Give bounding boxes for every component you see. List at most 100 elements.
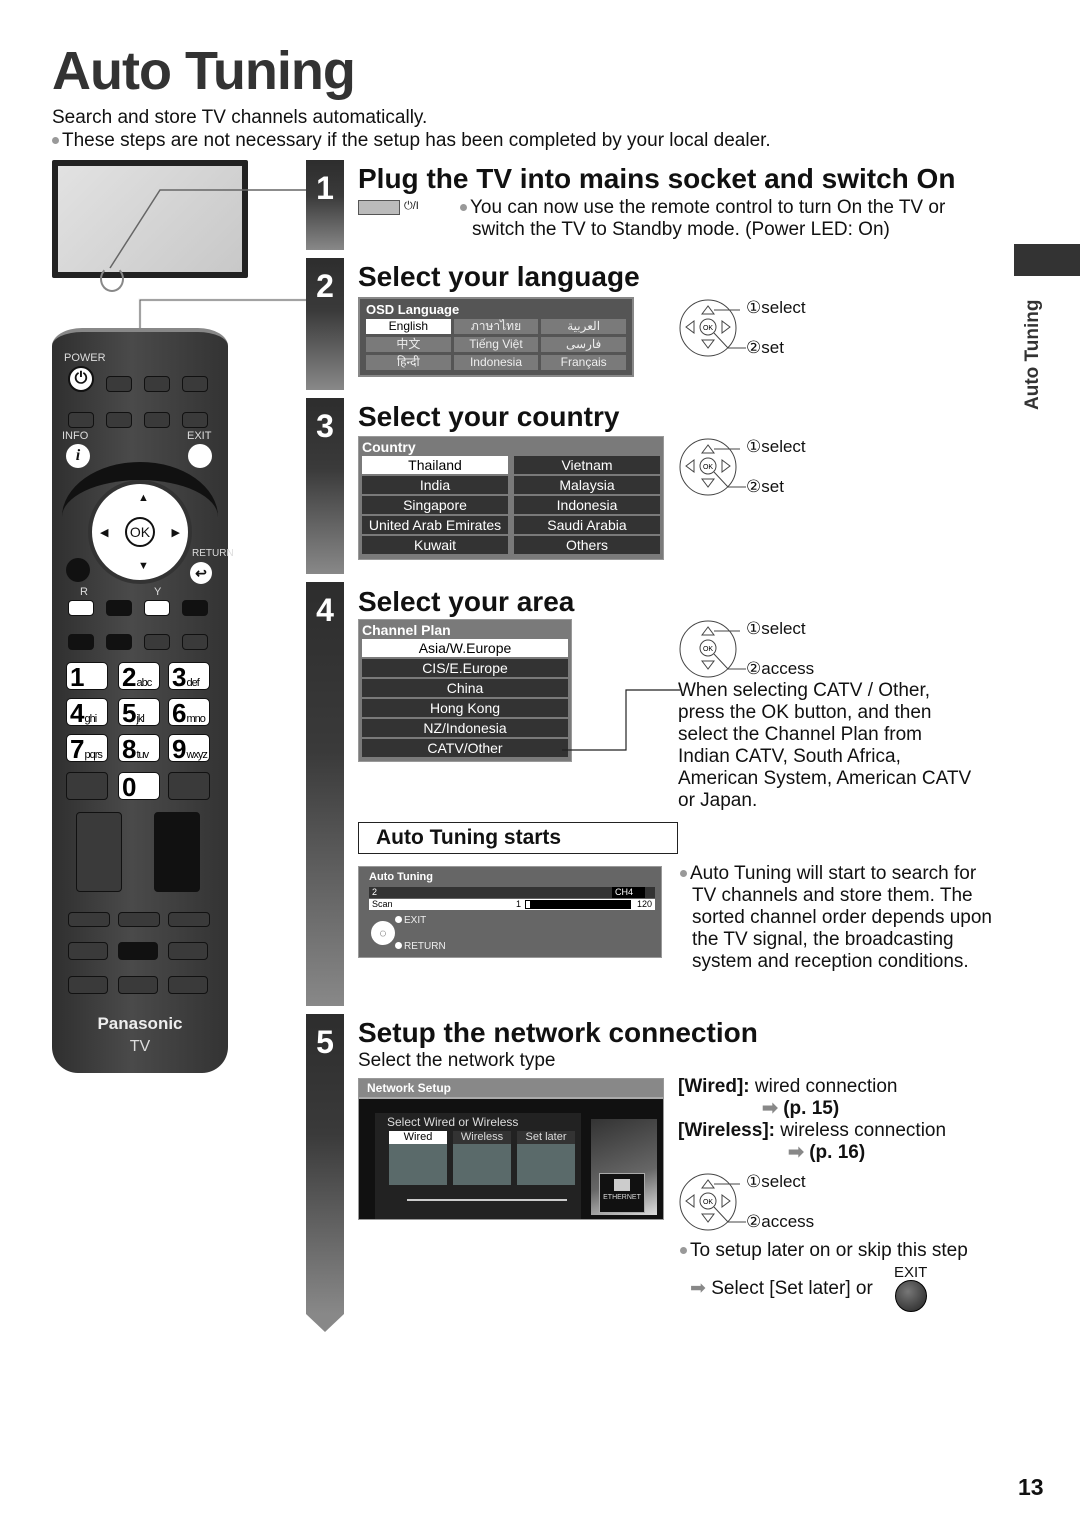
menu-option[interactable]: CIS/E.Europe (362, 659, 568, 677)
remote-button[interactable] (144, 376, 170, 392)
menu-option[interactable]: Vietnam (514, 456, 660, 474)
remote-button[interactable] (66, 772, 108, 800)
number-key[interactable]: 3def (168, 662, 210, 691)
number-key[interactable]: 9wxyz (168, 734, 210, 763)
auto-tuning-starts-heading: Auto Tuning starts (358, 822, 678, 854)
menu-option[interactable]: Saudi Arabia (514, 516, 660, 534)
remote-button[interactable] (182, 412, 208, 428)
network-option[interactable]: Wireless (453, 1131, 511, 1185)
number-key[interactable]: 6mno (168, 698, 210, 728)
number-key[interactable]: 0 (118, 772, 160, 802)
blue-button[interactable] (182, 600, 208, 616)
dpad[interactable]: ▲ ▼ ◀ ▶ OK (88, 480, 192, 584)
red-button[interactable] (68, 600, 94, 616)
left-arrow-icon[interactable]: ◀ (100, 526, 108, 539)
remote-button[interactable] (168, 942, 208, 960)
menu-option[interactable]: Tiếng Việt (453, 337, 539, 352)
step-number: 2 (316, 268, 334, 304)
remote-button[interactable] (118, 976, 158, 994)
network-prompt: Select Wired or Wireless (387, 1115, 519, 1129)
remote-button[interactable] (168, 976, 208, 994)
remote-button[interactable] (68, 942, 108, 960)
bullet-icon (680, 870, 687, 878)
menu-option[interactable]: United Arab Emirates (362, 516, 508, 534)
remote-button[interactable] (68, 976, 108, 994)
channel-rocker[interactable] (154, 812, 200, 892)
wired-ref-text: (p. 15) (783, 1098, 840, 1119)
menu-option[interactable]: 中文 (366, 337, 451, 352)
remote-button[interactable] (68, 634, 94, 650)
remote-round-button[interactable] (66, 558, 90, 582)
key-digit: 0 (122, 772, 137, 802)
menu-option[interactable]: हिन्दी (366, 355, 451, 370)
svg-text:OK: OK (703, 1199, 713, 1206)
remote-button[interactable] (68, 412, 94, 428)
remote-button[interactable] (118, 912, 160, 927)
return-button[interactable]: ↩ (190, 562, 212, 584)
key-digit: 2 (122, 662, 137, 692)
dpad-diagram-icon: OK (679, 1173, 746, 1231)
menu-option[interactable]: Singapore (362, 496, 508, 514)
remote-button[interactable] (144, 634, 170, 650)
menu-option[interactable]: العربية (541, 319, 626, 334)
power-button[interactable]: ⏻ (68, 366, 94, 392)
remote-button[interactable] (168, 912, 210, 927)
menu-option[interactable]: Asia/W.Europe (362, 639, 568, 657)
number-key[interactable]: 1 (66, 662, 108, 691)
menu-option[interactable]: Others (514, 536, 660, 554)
menu-option[interactable]: Français (541, 355, 626, 370)
network-option[interactable]: Wired (389, 1131, 447, 1185)
wireless-ref[interactable]: ➡ (p. 16) (788, 1142, 865, 1164)
number-key[interactable]: 7pqrs (66, 734, 108, 763)
menu-option[interactable]: فارسی (541, 337, 626, 352)
green-button[interactable] (106, 600, 132, 616)
remote-button[interactable] (182, 634, 208, 650)
yellow-button[interactable] (144, 600, 170, 616)
tuning-note: Auto Tuning will start to search for TV … (680, 863, 1000, 973)
menu-option[interactable]: Hong Kong (362, 699, 568, 717)
menu-option[interactable]: Malaysia (514, 476, 660, 494)
number-key[interactable]: 2abc (118, 662, 160, 692)
remote-button[interactable] (144, 412, 170, 428)
power-symbol: ⏻/I (404, 200, 419, 212)
wired-ref[interactable]: ➡ (p. 15) (762, 1098, 839, 1120)
nav-instruction: OK ①select ②set (678, 298, 878, 358)
up-arrow-icon[interactable]: ▲ (138, 492, 149, 504)
number-key[interactable]: 5jkl (118, 698, 160, 728)
ethernet-label: ETHERNET (603, 1194, 641, 1201)
scan-max: 120 (636, 899, 652, 909)
down-arrow-icon[interactable]: ▼ (138, 560, 149, 572)
wireless-option-desc: [Wireless]: wireless connection (678, 1120, 946, 1142)
menu-option[interactable]: Indonesia (514, 496, 660, 514)
volume-rocker[interactable] (76, 812, 122, 892)
exit-button[interactable] (188, 444, 212, 468)
key-digit: 6 (172, 698, 187, 728)
info-button[interactable]: i (66, 444, 90, 468)
menu-option[interactable]: Indonesia (453, 355, 539, 370)
menu-option[interactable]: India (362, 476, 508, 494)
remote-button[interactable] (182, 376, 208, 392)
menu-option[interactable]: ภาษาไทย (453, 319, 539, 334)
menu-option[interactable]: China (362, 679, 568, 697)
remote-button[interactable] (106, 634, 132, 650)
right-arrow-icon[interactable]: ▶ (172, 526, 180, 539)
remote-button[interactable] (106, 376, 132, 392)
menu-option[interactable]: CATV/Other (362, 739, 568, 757)
scan-progress-fill (526, 901, 530, 908)
remote-button[interactable] (68, 912, 110, 927)
remote-button[interactable] (118, 942, 158, 960)
ok-button[interactable]: OK (125, 517, 155, 547)
menu-option[interactable]: Thailand (362, 456, 508, 474)
remote-button[interactable] (168, 772, 210, 800)
wired-option-desc: [Wired]: wired connection (678, 1076, 897, 1098)
menu-option[interactable]: English (366, 319, 451, 334)
number-key[interactable]: 4ghi (66, 698, 108, 727)
remote-button[interactable] (106, 412, 132, 428)
menu-option[interactable]: Kuwait (362, 536, 508, 554)
menu-option[interactable]: NZ/Indonesia (362, 719, 568, 737)
number-key[interactable]: 8tuv (118, 734, 160, 763)
network-option[interactable]: Set later (517, 1131, 575, 1185)
return-hint: RETURN (395, 941, 446, 952)
step-1-text: You can now use the remote control to tu… (460, 197, 1000, 241)
key-digit: 5 (122, 698, 137, 728)
